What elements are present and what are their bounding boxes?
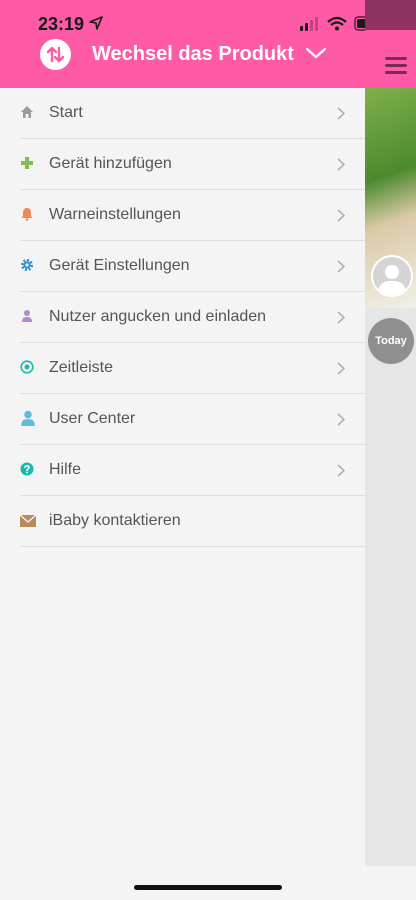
- help-icon: [20, 462, 34, 476]
- menu-item-label: Gerät Einstellungen: [49, 257, 190, 274]
- timeline-icon: [20, 360, 34, 374]
- home-indicator: [134, 885, 282, 890]
- menu-item-label: Start: [49, 104, 83, 121]
- chevron-right-icon: [337, 311, 345, 324]
- menu-item-start[interactable]: Start: [20, 88, 365, 139]
- user-icon: [22, 310, 32, 322]
- avatar[interactable]: [371, 255, 413, 297]
- today-button[interactable]: Today: [368, 318, 414, 364]
- menu-item-label: User Center: [49, 410, 136, 427]
- person-avatar-icon: [378, 265, 406, 295]
- chevron-right-icon: [337, 107, 345, 120]
- bottom-bar-peek: [365, 866, 416, 900]
- main-content-peek[interactable]: Today: [365, 0, 416, 900]
- menu-item-users[interactable]: Nutzer angucken und einladen: [20, 292, 365, 343]
- gear-icon: [21, 259, 33, 271]
- chevron-right-icon: [337, 260, 345, 273]
- location-arrow-icon: [89, 16, 103, 30]
- chevron-right-icon: [337, 362, 345, 375]
- swap-arrows-icon: [46, 46, 65, 63]
- menu-item-device-settings[interactable]: Gerät Einstellungen: [20, 241, 365, 292]
- menu-list: Start Gerät hinzufügen Warneinstellungen: [0, 88, 365, 547]
- chevron-right-icon: [337, 158, 345, 171]
- status-time: 23:19: [38, 14, 85, 34]
- menu-item-label: Warneinstellungen: [49, 206, 181, 223]
- switch-product-button[interactable]: [40, 39, 71, 70]
- menu-item-timeline[interactable]: Zeitleiste: [20, 343, 365, 394]
- plus-icon: [21, 157, 33, 169]
- person-icon: [21, 410, 35, 426]
- menu-item-label: Hilfe: [49, 461, 82, 478]
- main-header-peek: [365, 0, 416, 88]
- home-icon: [21, 106, 33, 118]
- hamburger-menu-icon[interactable]: [385, 57, 407, 78]
- bell-icon: [21, 208, 33, 221]
- mail-icon: [20, 515, 36, 527]
- menu-item-label: iBaby kontaktieren: [49, 512, 181, 529]
- menu-item-label: Nutzer angucken und einladen: [49, 308, 267, 325]
- overlay-shade: [365, 0, 416, 30]
- menu-item-alert-settings[interactable]: Warneinstellungen: [20, 190, 365, 241]
- chevron-right-icon: [337, 464, 345, 477]
- chevron-down-icon[interactable]: [305, 46, 327, 60]
- drawer-header: 23:19 Wechsel das Produkt: [0, 0, 384, 88]
- menu-item-help[interactable]: Hilfe: [20, 445, 365, 496]
- product-switch-title[interactable]: Wechsel das Produkt: [92, 43, 294, 66]
- menu-item-label: Gerät hinzufügen: [49, 155, 172, 172]
- menu-item-user-center[interactable]: User Center: [20, 394, 365, 445]
- signal-icon: [300, 17, 318, 31]
- menu-item-label: Zeitleiste: [49, 359, 114, 376]
- wifi-icon: [327, 16, 347, 31]
- chevron-right-icon: [337, 413, 345, 426]
- chevron-right-icon: [337, 209, 345, 222]
- navigation-drawer: 23:19 Wechsel das Produkt Start Gerät hi…: [0, 0, 384, 900]
- menu-item-contact[interactable]: iBaby kontaktieren: [20, 496, 365, 547]
- menu-item-add-device[interactable]: Gerät hinzufügen: [20, 139, 365, 190]
